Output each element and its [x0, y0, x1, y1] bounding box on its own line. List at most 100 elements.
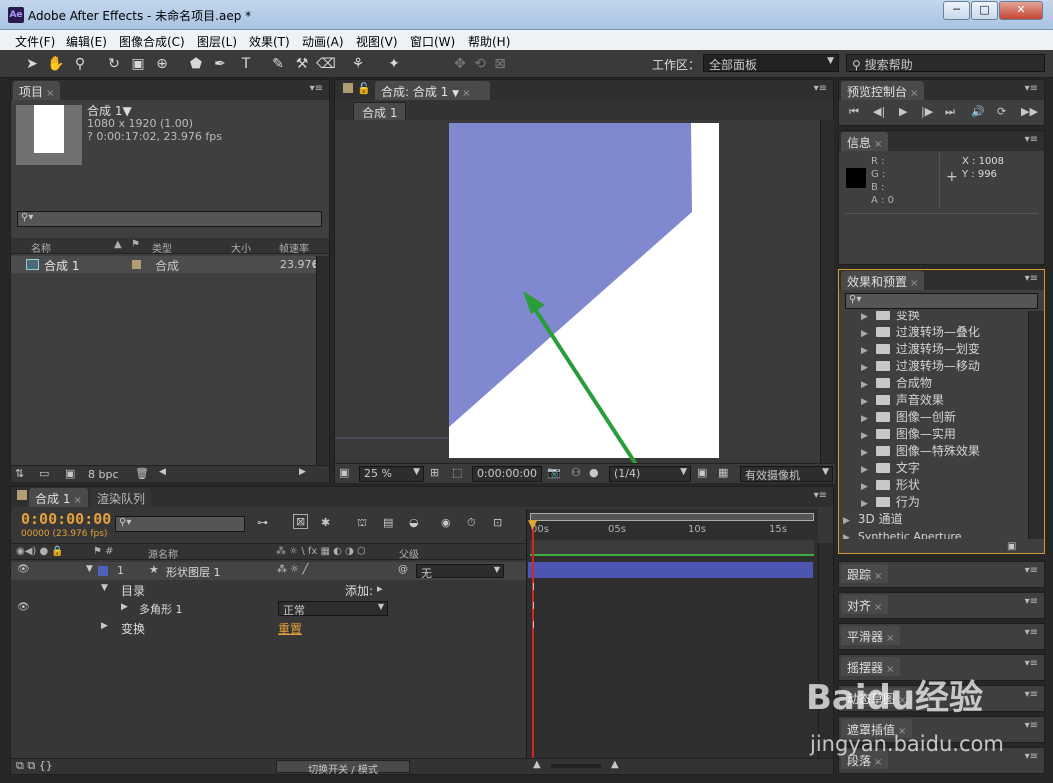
zoom-select[interactable]: 25 % ▼: [359, 466, 424, 482]
toggle-switches-modes[interactable]: 切换开关 / 模式: [276, 760, 410, 776]
pan-behind-tool-icon[interactable]: ⊕: [152, 54, 172, 74]
effects-folder-transform[interactable]: ▶ 变换: [861, 311, 920, 324]
close-icon[interactable]: ×: [874, 139, 882, 150]
tracker-panel[interactable]: 跟踪 × ▾≡: [838, 561, 1045, 588]
timecode-field[interactable]: 0:00:00:00: [472, 466, 542, 482]
comp-viewer[interactable]: [335, 120, 820, 463]
menu-window[interactable]: 窗口(W): [410, 33, 455, 50]
panel-menu-icon[interactable]: ▾≡: [1025, 596, 1038, 607]
first-frame-icon[interactable]: ⏮: [849, 105, 859, 119]
menu-file[interactable]: 文件(F): [15, 33, 55, 50]
tab-effects[interactable]: 效果和预置 ×: [841, 271, 925, 290]
tab-project[interactable]: 项目 ×: [13, 81, 61, 100]
tab-preview[interactable]: 预览控制台 ×: [841, 81, 925, 100]
panel-menu-icon[interactable]: ▾≡: [1025, 83, 1038, 94]
reset-link[interactable]: 重置: [278, 620, 302, 637]
collapse-icon[interactable]: ▼: [86, 564, 93, 574]
panel-menu-icon[interactable]: ▾≡: [1025, 273, 1038, 284]
camera-select[interactable]: 有效摄像机 ▼: [740, 466, 833, 482]
effects-folder-utility[interactable]: ▶ 图像—实用: [861, 426, 956, 443]
blend-mode-select[interactable]: 正常 ▼: [278, 601, 388, 617]
work-area-bar[interactable]: [530, 513, 814, 521]
parent-select[interactable]: 无 ▼: [416, 564, 504, 580]
roto-brush-icon[interactable]: ⚘: [348, 54, 368, 74]
eraser-tool-icon[interactable]: ⌫: [316, 54, 336, 74]
auto-keyframe-icon[interactable]: ⏱: [467, 516, 476, 530]
panel-menu-icon[interactable]: ▾≡: [814, 83, 827, 94]
pickwhip-icon[interactable]: @: [398, 564, 408, 575]
col-size[interactable]: 大小: [231, 240, 251, 255]
rotate-tool-icon[interactable]: ↻: [104, 54, 124, 74]
comp-scrollbar[interactable]: [820, 120, 834, 463]
layer-switches-icon[interactable]: ⁂ ☼ ╱: [277, 564, 308, 575]
zoom-out-icon[interactable]: ▲: [533, 759, 541, 770]
menu-layer[interactable]: 图层(L): [197, 33, 237, 50]
brainstorm-icon[interactable]: ◉: [441, 516, 451, 529]
snapshot-icon[interactable]: 📷: [547, 466, 561, 479]
layer-row[interactable]: 👁 ▼ 1 ★ 形状图层 1 ⁂ ☼ ╱ @ 无 ▼: [11, 562, 526, 580]
effects-category-3d[interactable]: ▶ 3D 通道: [843, 511, 903, 528]
tab-tracker[interactable]: 跟踪 ×: [841, 564, 889, 583]
text-tool-icon[interactable]: T: [236, 54, 256, 74]
minimize-button[interactable]: ─: [943, 1, 970, 20]
motion-blur-icon[interactable]: ◒: [409, 516, 419, 529]
menu-edit[interactable]: 编辑(E): [66, 33, 107, 50]
lock-icon[interactable]: 🔓: [357, 82, 371, 95]
effects-folder-special[interactable]: ▶ 图像—特殊效果: [861, 443, 980, 460]
prev-frame-icon[interactable]: ◀|: [873, 105, 885, 118]
add-menu-icon[interactable]: ▸: [377, 582, 383, 595]
tab-render-queue[interactable]: 渲染队列: [91, 488, 152, 507]
tab-info[interactable]: 信息 ×: [841, 132, 889, 151]
new-comp-icon[interactable]: ▣: [65, 467, 75, 480]
menu-help[interactable]: 帮助(H): [468, 33, 510, 50]
bpc-label[interactable]: 8 bpc: [88, 468, 119, 481]
loop-icon[interactable]: ⟳: [997, 105, 1006, 118]
selection-tool-icon[interactable]: ➤: [22, 54, 42, 74]
visibility-eye-icon[interactable]: 👁: [17, 602, 30, 613]
effects-folder-behaviors[interactable]: ▶ 行为: [861, 494, 920, 511]
panel-menu-icon[interactable]: ▾≡: [814, 490, 827, 501]
close-icon[interactable]: ×: [874, 602, 882, 613]
col-fps[interactable]: 帧速率: [279, 240, 309, 255]
timeline-search-input[interactable]: ⚲▾: [115, 516, 245, 532]
col-source-name[interactable]: 源名称: [148, 546, 178, 561]
next-frame-icon[interactable]: |▶: [921, 105, 933, 118]
menu-composition[interactable]: 图像合成(C): [119, 33, 185, 50]
effects-folder-dissolve[interactable]: ▶ 过渡转场—叠化: [861, 324, 980, 341]
menu-view[interactable]: 视图(V): [356, 33, 398, 50]
workspace-select[interactable]: 全部面板 ▼: [703, 54, 839, 72]
live-update-icon[interactable]: ⊠: [293, 514, 309, 529]
audio-icon[interactable]: 🔊: [971, 105, 985, 118]
layer-duration-bar[interactable]: [528, 562, 813, 578]
layer-label-color[interactable]: [98, 566, 108, 576]
close-icon[interactable]: ×: [46, 88, 54, 99]
col-name[interactable]: 名称: [31, 240, 51, 255]
grid-icon[interactable]: ⊞: [430, 466, 439, 479]
puppet-tool-icon[interactable]: ✦: [384, 54, 404, 74]
hand-tool-icon[interactable]: ✋: [46, 54, 66, 74]
effects-folder-move[interactable]: ▶ 过渡转场—移动: [861, 358, 980, 375]
menu-effect[interactable]: 效果(T): [249, 33, 290, 50]
panel-menu-icon[interactable]: ▾≡: [1025, 627, 1038, 638]
timeline-timecode[interactable]: 0:00:00:00: [21, 510, 111, 528]
effects-folder-wipe[interactable]: ▶ 过渡转场—划变: [861, 341, 980, 358]
transform-row[interactable]: ▶ 变换 重置: [11, 619, 526, 637]
panel-menu-icon[interactable]: ▾≡: [1025, 658, 1038, 669]
expand-switches-icon[interactable]: ⧉ ⧉ {}: [16, 759, 53, 773]
expand-icon[interactable]: ▶: [121, 602, 128, 612]
col-parent[interactable]: 父级: [399, 546, 419, 561]
visibility-eye-icon[interactable]: 👁: [17, 564, 30, 575]
shape-tool-icon[interactable]: ⬟: [186, 54, 206, 74]
project-search-input[interactable]: ⚲▾: [17, 211, 322, 227]
close-icon[interactable]: ×: [462, 88, 470, 99]
tab-composition[interactable]: 合成: 合成 1 ▼ ×: [375, 81, 491, 100]
pen-tool-icon[interactable]: ✒: [210, 54, 230, 74]
graph-editor-icon[interactable]: ⊡: [493, 516, 502, 529]
show-snapshot-icon[interactable]: ⚇: [571, 466, 581, 479]
region-of-interest-icon[interactable]: ▣: [697, 466, 707, 479]
current-time-indicator[interactable]: [532, 520, 534, 760]
resolution-select[interactable]: (1/4) ▼: [609, 466, 691, 482]
draft-3d-icon[interactable]: ✱: [321, 516, 330, 529]
play-icon[interactable]: ▶: [899, 105, 907, 118]
new-preset-icon[interactable]: ▣: [1007, 541, 1016, 552]
